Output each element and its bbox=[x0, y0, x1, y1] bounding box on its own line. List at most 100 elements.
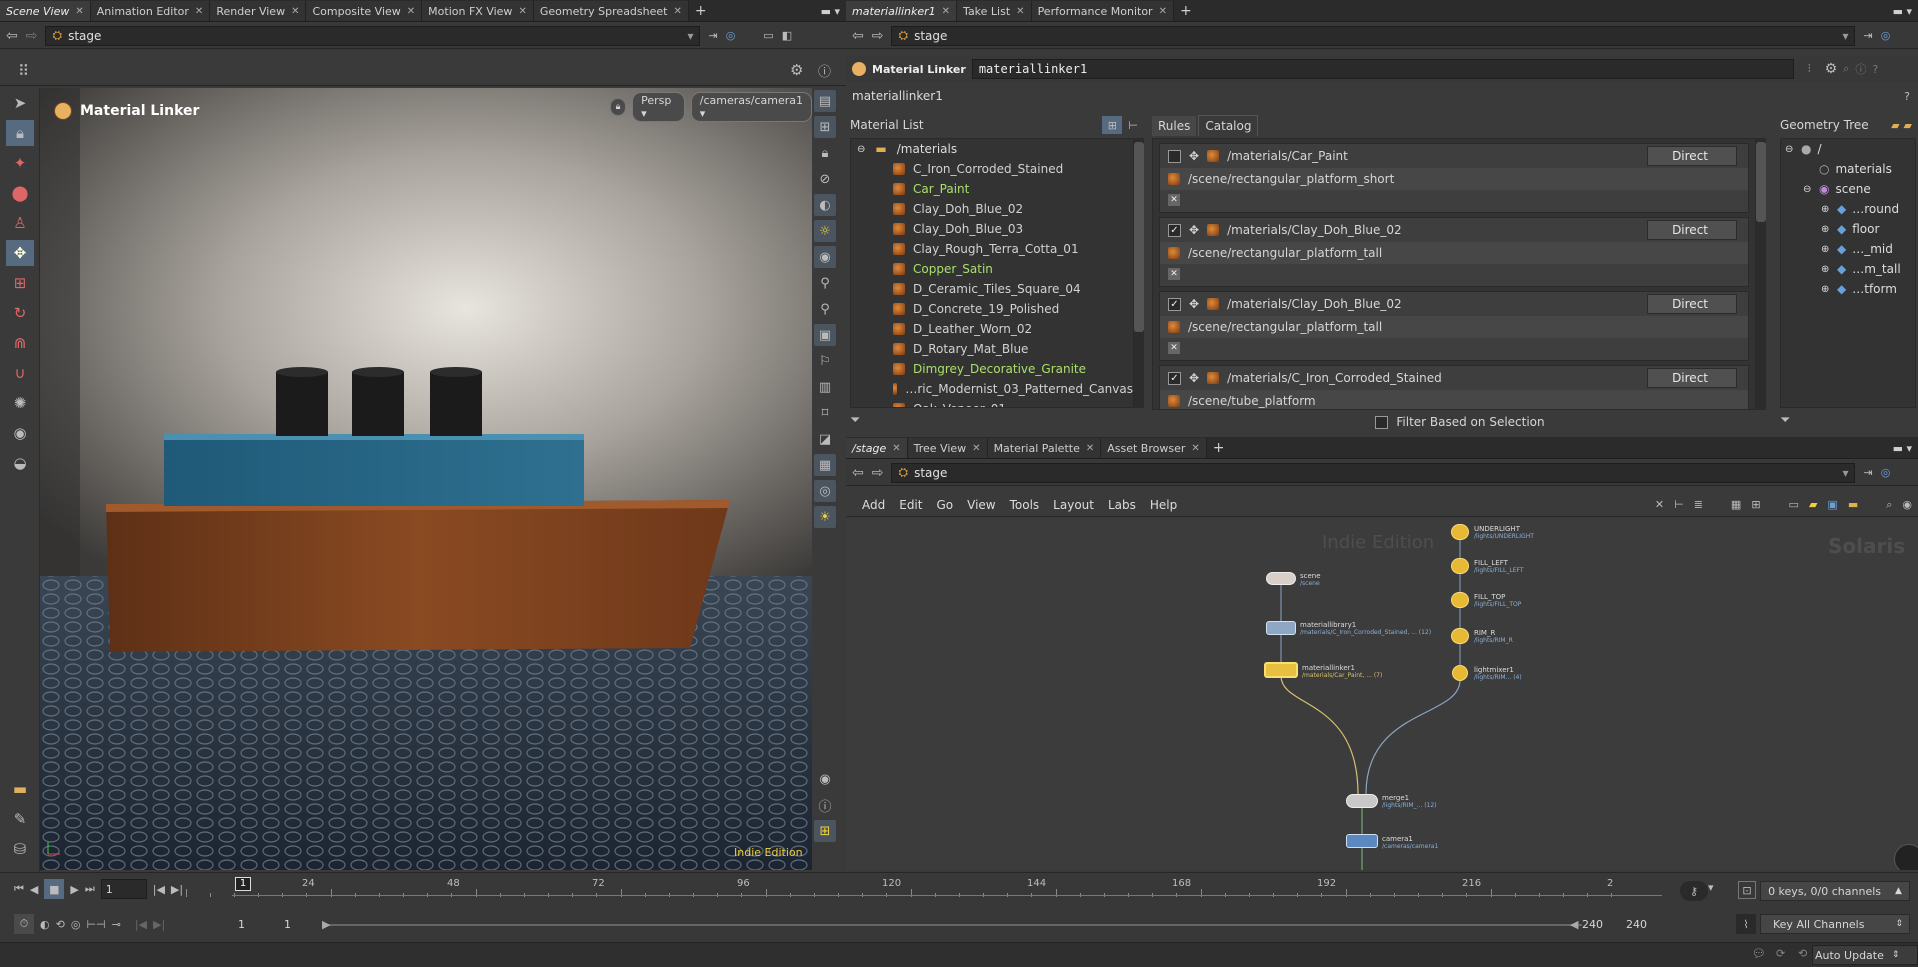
layout-icon[interactable]: ▭ bbox=[763, 29, 773, 42]
help-icon[interactable]: ? bbox=[1872, 63, 1878, 76]
remove-target-icon[interactable]: ✕ bbox=[1168, 194, 1180, 206]
close-icon[interactable]: ✕ bbox=[291, 6, 299, 17]
grid-dots-icon[interactable]: ⠿ bbox=[18, 62, 29, 80]
back-arrow-icon[interactable]: ⇦ bbox=[852, 28, 864, 44]
add-tab-button[interactable]: + bbox=[1174, 1, 1198, 21]
range-end-value[interactable]: 240 bbox=[1582, 918, 1603, 931]
pin-icon[interactable]: ⇥ bbox=[1863, 466, 1872, 479]
help-icon[interactable]: ? bbox=[1904, 90, 1918, 103]
forward-arrow-icon[interactable]: ⇨ bbox=[872, 28, 884, 44]
rule-enabled-checkbox[interactable]: ✓ bbox=[1168, 371, 1181, 385]
expand-icon[interactable]: ⊕ bbox=[1821, 284, 1831, 295]
ruler-range-icon[interactable]: ⊢⊣ bbox=[86, 914, 105, 934]
shading-icon[interactable]: ◐ bbox=[814, 194, 836, 216]
move-tool-icon[interactable]: ✥ bbox=[6, 240, 34, 266]
pin-icon[interactable]: ⇥ bbox=[708, 29, 717, 42]
close-icon[interactable]: ✕ bbox=[673, 6, 681, 17]
help-icon[interactable]: ⓘ bbox=[818, 61, 831, 80]
pane-menu-icon[interactable]: ▬ ▾ bbox=[815, 1, 846, 21]
network-side-handle[interactable] bbox=[1894, 844, 1918, 870]
magnet-icon[interactable]: ⋒ bbox=[6, 330, 34, 356]
refresh-icon[interactable]: ⟳ bbox=[1776, 947, 1785, 960]
range-end2-value[interactable]: 240 bbox=[1626, 918, 1647, 931]
forward-arrow-icon[interactable]: ⇨ bbox=[26, 28, 38, 44]
forward-arrow-icon[interactable]: ⇨ bbox=[872, 465, 884, 481]
frame-icon[interactable]: ▥ bbox=[814, 376, 836, 398]
realtime-icon[interactable]: ⏱ bbox=[14, 914, 34, 934]
material-item[interactable]: D_Rotary_Mat_Blue bbox=[851, 339, 1133, 359]
ghost-update-icon[interactable]: ⟲ bbox=[1798, 947, 1807, 960]
display-options-icon[interactable]: ▤ bbox=[814, 90, 836, 112]
scale-tool-icon[interactable]: ⊞ bbox=[6, 270, 34, 296]
link-icon[interactable]: ◎ bbox=[1881, 29, 1891, 42]
expand-icon[interactable]: ⊕ bbox=[1821, 204, 1831, 215]
materiallibrary1-node[interactable] bbox=[1266, 621, 1296, 635]
ground-icon[interactable]: ◒ bbox=[6, 450, 34, 476]
drag-handle-icon[interactable]: ✥ bbox=[1189, 371, 1199, 385]
info-icon[interactable]: ⓘ bbox=[1855, 61, 1866, 77]
lightmixer1-node[interactable] bbox=[1452, 665, 1468, 681]
rule-mode-button[interactable]: Direct bbox=[1647, 146, 1738, 166]
pane-menu-icon[interactable]: ▬ ▾ bbox=[1887, 1, 1918, 21]
close-icon[interactable]: ✕ bbox=[1159, 6, 1167, 17]
current-frame-field[interactable]: 1 bbox=[100, 879, 147, 899]
material-item[interactable]: C_Iron_Corroded_Stained bbox=[851, 159, 1133, 179]
range-icon[interactable]: ◎ bbox=[71, 914, 81, 934]
network-editor[interactable]: Indie Edition Solaris scene/scene materi… bbox=[846, 518, 1918, 870]
rule-enabled-checkbox[interactable] bbox=[1168, 149, 1181, 163]
pane-menu-icon[interactable]: ▬ ▾ bbox=[1887, 438, 1918, 458]
range-handle-end[interactable]: ◀ bbox=[1570, 918, 1578, 931]
sun-icon[interactable]: ☀ bbox=[814, 506, 836, 528]
eye-icon[interactable]: ◎ bbox=[814, 480, 836, 502]
material-item[interactable]: D_Ceramic_Tiles_Square_04 bbox=[851, 279, 1133, 299]
tab-materiallinker1[interactable]: materiallinker1 ✕ bbox=[846, 1, 958, 21]
material-root-row[interactable]: ⊖ ▬ /materials bbox=[851, 139, 1133, 159]
camera-icon[interactable]: ◉ bbox=[1902, 498, 1912, 511]
key-all-channels-button[interactable]: Key All Channels ⇕ bbox=[1760, 914, 1910, 934]
menu-labs[interactable]: Labs bbox=[1108, 498, 1136, 512]
geometry-tree-item[interactable]: ⊖ ● / bbox=[1781, 139, 1915, 159]
brush-icon[interactable]: ⬤ bbox=[6, 180, 34, 206]
menu-add[interactable]: Add bbox=[862, 498, 885, 512]
merge1-node[interactable] bbox=[1346, 794, 1378, 808]
camera-dropdown[interactable]: /cameras/camera1 ▾ bbox=[690, 92, 812, 122]
bucket-icon[interactable]: ⛁ bbox=[6, 836, 34, 862]
collapse-icon[interactable]: ⊖ bbox=[857, 144, 865, 155]
add-tab-button[interactable]: + bbox=[689, 1, 713, 21]
menu-edit[interactable]: Edit bbox=[899, 498, 922, 512]
tab-render-view[interactable]: Render View ✕ bbox=[210, 1, 307, 21]
close-icon[interactable]: ✕ bbox=[195, 6, 203, 17]
geometry-tree-item[interactable]: ⊕ ◆ floor bbox=[1781, 219, 1915, 239]
channel-list-icon[interactable]: ⊡ bbox=[1738, 881, 1756, 899]
ruler-icon[interactable]: ▬ bbox=[6, 776, 34, 802]
rule-enabled-checkbox[interactable]: ✓ bbox=[1168, 223, 1181, 237]
menu-tools[interactable]: Tools bbox=[1010, 498, 1040, 512]
tab-take-list[interactable]: Take List ✕ bbox=[957, 1, 1032, 21]
remove-target-icon[interactable]: ✕ bbox=[1168, 342, 1180, 354]
tab-motion-fx-view[interactable]: Motion FX View ✕ bbox=[422, 1, 534, 21]
network-box-icon[interactable]: ▭ bbox=[1789, 498, 1799, 511]
camera1-node[interactable] bbox=[1346, 834, 1378, 848]
camera-icon[interactable]: ◧ bbox=[782, 29, 792, 42]
headlight-icon[interactable]: ◉ bbox=[814, 246, 836, 268]
loop-icon[interactable]: ⟲ bbox=[56, 914, 65, 934]
menu-go[interactable]: Go bbox=[936, 498, 953, 512]
geometry-tree-item[interactable]: ○ materials bbox=[1781, 159, 1915, 179]
sticky-note-icon[interactable]: ▰ bbox=[1809, 498, 1817, 511]
key-dropdown-icon[interactable]: ▾ bbox=[1708, 881, 1714, 894]
tab-geometry-spreadsheet[interactable]: Geometry Spreadsheet ✕ bbox=[533, 1, 689, 21]
close-icon[interactable]: ✕ bbox=[407, 6, 415, 17]
chevron-down-icon[interactable]: ▾ bbox=[1842, 466, 1854, 480]
menu-view[interactable]: View bbox=[967, 498, 995, 512]
range-slider[interactable] bbox=[322, 924, 1582, 926]
menu-help[interactable]: Help bbox=[1150, 498, 1177, 512]
remove-target-icon[interactable]: ✕ bbox=[1168, 268, 1180, 280]
frame-indicator[interactable]: 1 bbox=[235, 877, 251, 891]
rule-target-row[interactable]: /scene/rectangular_platform_short bbox=[1160, 168, 1748, 190]
step-back-icon[interactable]: |◀ bbox=[153, 883, 165, 896]
auto-update-dropdown[interactable]: Auto Update ⇕ bbox=[1812, 945, 1918, 965]
filter-selection-checkbox[interactable] bbox=[1375, 415, 1389, 429]
light-tool-icon[interactable]: ✺ bbox=[6, 390, 34, 416]
materiallinker1-node[interactable] bbox=[1264, 662, 1298, 678]
material-item[interactable]: Car_Paint bbox=[851, 179, 1133, 199]
